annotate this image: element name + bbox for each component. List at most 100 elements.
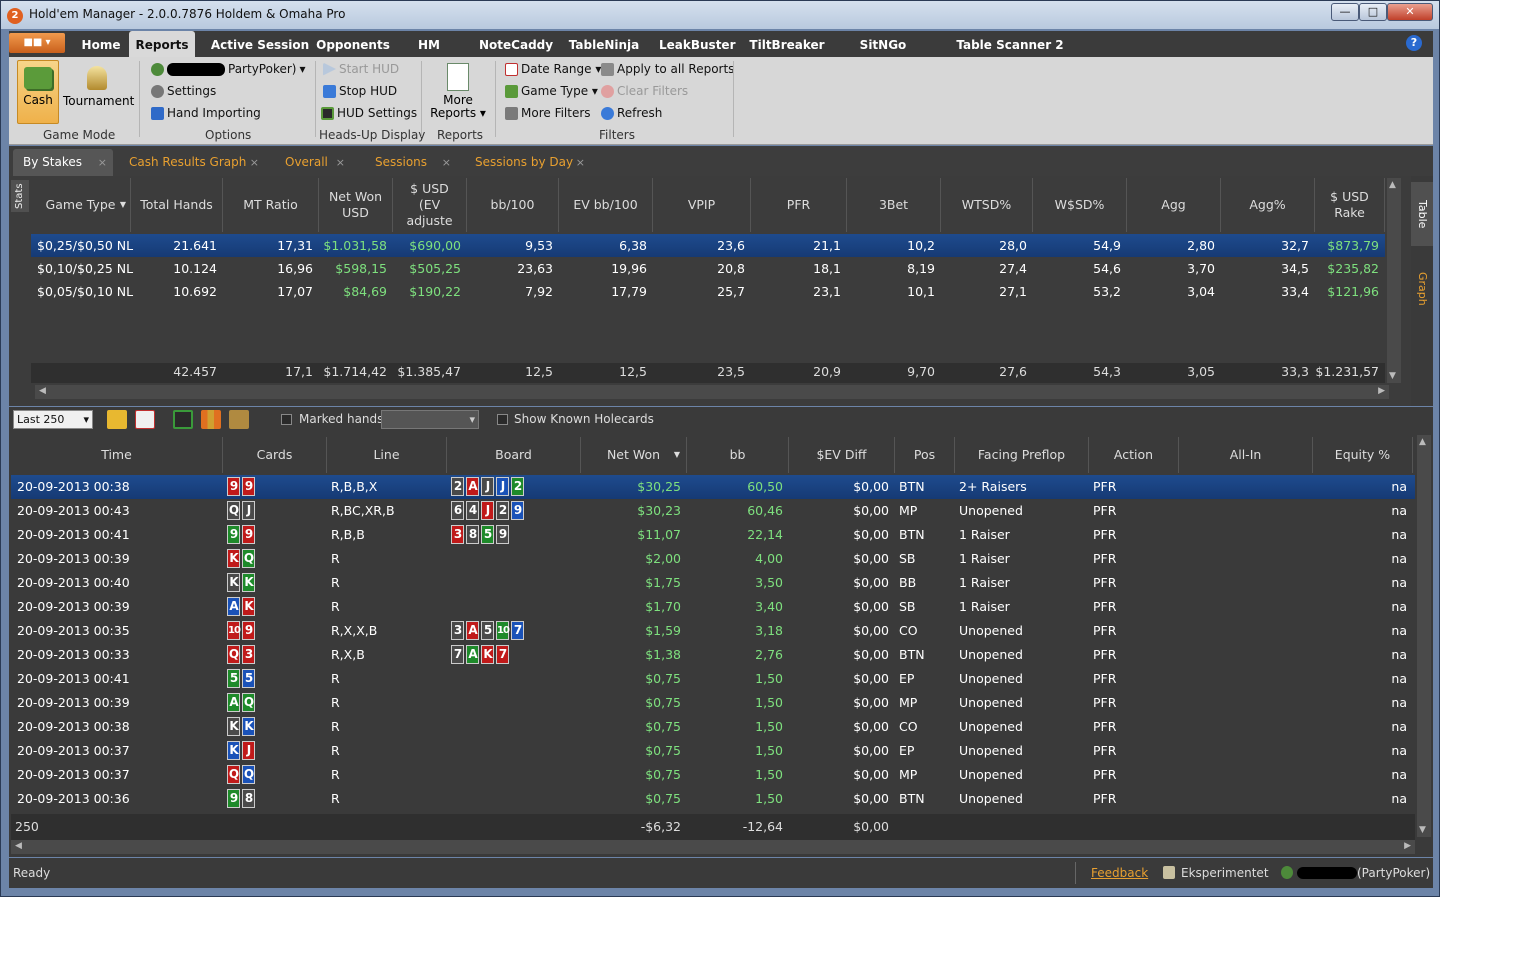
stats-col-total-hands[interactable]: Total Hands: [131, 178, 223, 232]
hand-row[interactable]: 20-09-2013 00:39 A K R $1,70 3,40 $0,00 SB 1 Rai…: [11, 595, 1415, 619]
hand-row[interactable]: 20-09-2013 00:39 K Q R $2,00 4,00 $0,00 SB 1 Rai…: [11, 547, 1415, 571]
menu-tab-sitngo-wizard[interactable]: SitNGo Wizard: [837, 31, 929, 80]
show-known-holecards-checkbox[interactable]: [497, 414, 508, 425]
stats-col-ev-bb-100[interactable]: EV bb/100: [559, 178, 653, 232]
hand-row[interactable]: 20-09-2013 00:37 K J R $0,75 1,50 $0,00 EP Unope…: [11, 739, 1415, 763]
tab-sessions[interactable]: Sessions ×: [365, 149, 457, 176]
stop-hud-button[interactable]: Stop HUD: [323, 84, 397, 98]
player-site[interactable]: (PartyPoker): [1357, 866, 1430, 880]
hands-col-action[interactable]: Action: [1089, 437, 1179, 473]
hand-row[interactable]: 20-09-2013 00:41 5 5 R $0,75 1,50 $0,00 EP Unope…: [11, 667, 1415, 691]
rewind-icon[interactable]: [107, 410, 127, 429]
scroll-down-icon[interactable]: ▼: [1389, 371, 1396, 381]
hand-row[interactable]: 20-09-2013 00:38 K K R $0,75 1,50 $0,00 CO Unope…: [11, 715, 1415, 739]
hand-range-select[interactable]: Last 250 ▾: [13, 410, 93, 429]
bar-chart-icon[interactable]: [201, 410, 221, 429]
hands-vscrollbar[interactable]: ▲ ▼: [1417, 435, 1431, 837]
hand-row[interactable]: 20-09-2013 00:39 A Q R $0,75 1,50 $0,00 MP Unope…: [11, 691, 1415, 715]
scroll-right-icon[interactable]: ▶: [1404, 841, 1411, 851]
tab-cash-results-graph[interactable]: Cash Results Graph ×: [119, 149, 265, 176]
graph-view-tab[interactable]: Graph: [1411, 264, 1433, 314]
stats-col-3bet[interactable]: 3Bet: [847, 178, 941, 232]
hands-col-cards[interactable]: Cards: [223, 437, 327, 473]
hand-row[interactable]: 20-09-2013 00:43 Q J R,BC,XR,B 6 4 J 2 9 $30,23 60…: [11, 499, 1415, 523]
stats-row[interactable]: $0,10/$0,25 NL 10.124 16,96 $598,15 $505,25 2…: [31, 257, 1385, 280]
menu-tab-home[interactable]: Home: [79, 31, 123, 57]
stats-col--usd-ev-adjuste[interactable]: $ USD (EV adjuste: [393, 178, 467, 232]
table-view-tab[interactable]: Table: [1411, 182, 1433, 246]
menu-tab-active-session[interactable]: Active Session: [205, 31, 315, 57]
close-icon[interactable]: ×: [576, 149, 585, 176]
help-icon[interactable]: ?: [1406, 35, 1422, 51]
menu-tab-hm-apps[interactable]: HM Apps: [401, 31, 457, 80]
stats-hscrollbar[interactable]: ◀ ▶: [35, 385, 1389, 399]
stats-col-game-type[interactable]: Game Type ▼: [31, 178, 131, 232]
start-hud-button[interactable]: Start HUD: [323, 62, 399, 76]
hands-col-facing-preflop[interactable]: Facing Preflop: [955, 437, 1089, 473]
hands-col-all-in[interactable]: All-In: [1179, 437, 1313, 473]
stats-col-mt-ratio[interactable]: MT Ratio: [223, 178, 319, 232]
stats-col--usd-rake[interactable]: $ USD Rake: [1315, 178, 1385, 232]
hand-row[interactable]: 20-09-2013 00:33 Q 3 R,X,B 7 A K 7 $1,38 2,76 $0,0…: [11, 643, 1415, 667]
stats-col-w-sd[interactable]: W$SD%: [1033, 178, 1127, 232]
feedback-link[interactable]: Feedback: [1091, 866, 1148, 880]
settings-button[interactable]: Settings: [151, 84, 216, 98]
clear-filters-button[interactable]: Clear Filters: [601, 84, 688, 98]
stats-row[interactable]: $0,25/$0,50 NL 21.641 17,31 $1.031,58 $690,0…: [31, 234, 1385, 257]
stats-col-agg[interactable]: Agg: [1127, 178, 1221, 232]
stats-col-net-won-usd[interactable]: Net Won USD: [319, 178, 393, 232]
player-selector[interactable]: PartyPoker) ▾: [151, 62, 306, 76]
scroll-right-icon[interactable]: ▶: [1378, 386, 1385, 396]
hands-col-equity[interactable]: Equity %: [1313, 437, 1413, 473]
marked-hands-select[interactable]: ▾: [381, 410, 479, 429]
stats-col-agg[interactable]: Agg%: [1221, 178, 1315, 232]
stats-row[interactable]: $0,05/$0,10 NL 10.692 17,07 $84,69 $190,22 7,…: [31, 280, 1385, 303]
hands-col-time[interactable]: Time: [11, 437, 223, 473]
app-menu-button[interactable]: ■■ ▾: [9, 33, 65, 53]
hands-col-bb[interactable]: bb: [687, 437, 789, 473]
tab-overall[interactable]: Overall ×: [275, 149, 351, 176]
hand-row[interactable]: 20-09-2013 00:37 Q Q R $0,75 1,50 $0,00 MP Unope…: [11, 763, 1415, 787]
hands-col-pos[interactable]: Pos: [895, 437, 955, 473]
menu-tab-tiltbreaker[interactable]: TiltBreaker: [747, 31, 827, 57]
marked-hands-checkbox[interactable]: [281, 414, 292, 425]
stats-vscrollbar[interactable]: ▲ ▼: [1387, 178, 1401, 383]
hands-hscrollbar[interactable]: ◀ ▶: [11, 840, 1415, 854]
close-icon[interactable]: ×: [98, 149, 107, 176]
cash-mode-button[interactable]: Cash: [17, 60, 59, 124]
stats-col-pfr[interactable]: PFR: [751, 178, 847, 232]
minimize-button[interactable]: —: [1331, 3, 1359, 21]
close-icon[interactable]: ×: [442, 149, 451, 176]
menu-tab-opponents[interactable]: Opponents: [315, 31, 391, 57]
hand-row[interactable]: 20-09-2013 00:38 9 9 R,B,B,X 2 A J J 2 $30,25 60,5…: [11, 475, 1415, 499]
scroll-up-icon[interactable]: ▲: [1389, 180, 1396, 190]
maximize-button[interactable]: □: [1359, 3, 1387, 21]
tournament-mode-button[interactable]: Tournament: [63, 60, 134, 124]
stats-col-bb-100[interactable]: bb/100: [467, 178, 559, 232]
refresh-button[interactable]: Refresh: [601, 106, 662, 120]
more-filters-button[interactable]: More Filters: [505, 106, 591, 120]
menu-tab-tableninja-2[interactable]: TableNinja 2: [563, 31, 645, 80]
hand-row[interactable]: 20-09-2013 00:36 9 8 R $0,75 1,50 $0,00 BTN Unop…: [11, 787, 1415, 811]
date-range-button[interactable]: Date Range ▾: [505, 62, 601, 76]
game-type-button[interactable]: Game Type ▾: [505, 84, 598, 98]
hud-settings-button[interactable]: HUD Settings: [321, 106, 417, 120]
more-reports-button[interactable]: More Reports ▾: [429, 61, 487, 120]
menu-tab-notecaddy[interactable]: NoteCaddy: [479, 31, 553, 57]
trophy-icon[interactable]: [229, 410, 249, 429]
cards-icon[interactable]: [135, 410, 155, 429]
database-name[interactable]: Eksperimentet: [1181, 866, 1269, 880]
hand-row[interactable]: 20-09-2013 00:40 K K R $1,75 3,50 $0,00 BB 1 Rai…: [11, 571, 1415, 595]
hand-importing-button[interactable]: Hand Importing: [151, 106, 261, 120]
menu-tab-leakbuster[interactable]: LeakBuster: [659, 31, 736, 57]
scroll-left-icon[interactable]: ◀: [15, 841, 22, 851]
hand-row[interactable]: 20-09-2013 00:35 10 9 R,X,X,B 3 A 5 10 7 $1,59 3,1…: [11, 619, 1415, 643]
grid-icon[interactable]: [173, 410, 193, 429]
hands-col-board[interactable]: Board: [447, 437, 581, 473]
close-icon[interactable]: ×: [250, 149, 259, 176]
hand-row[interactable]: 20-09-2013 00:41 9 9 R,B,B 3 8 5 9 $11,07 22,14 $0…: [11, 523, 1415, 547]
close-icon[interactable]: ×: [336, 149, 345, 176]
stats-col-wtsd[interactable]: WTSD%: [941, 178, 1033, 232]
hands-col-line[interactable]: Line: [327, 437, 447, 473]
menu-tab-reports[interactable]: Reports: [129, 31, 195, 57]
